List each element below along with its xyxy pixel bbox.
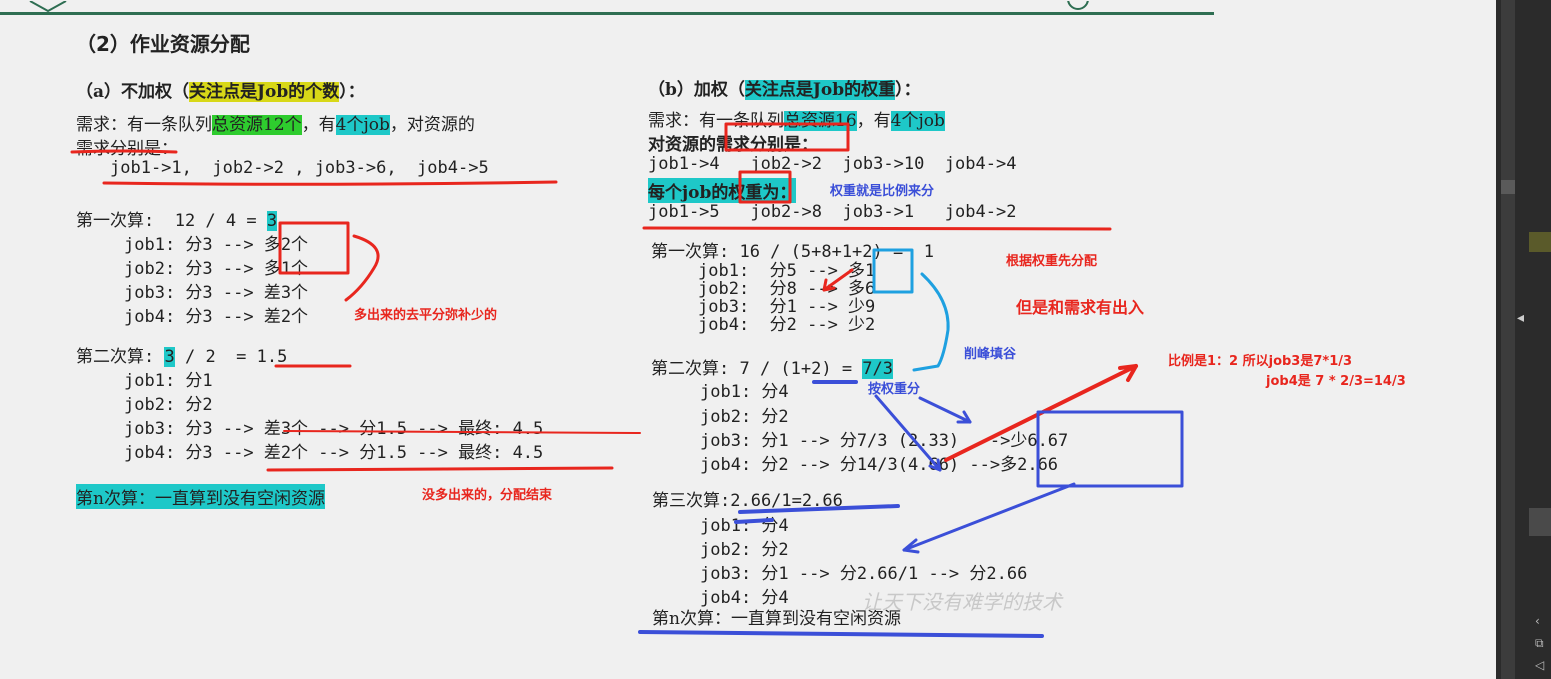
vertical-scrollbar[interactable] — [1501, 0, 1515, 679]
result-box — [1036, 410, 1184, 488]
blue-arrow-c — [902, 482, 1076, 552]
minimap-marker — [1529, 232, 1551, 252]
peak-shaving-curve — [912, 272, 950, 372]
collapse-arrow-icon[interactable]: ◂ — [1517, 310, 1524, 326]
underline-round-n — [638, 630, 1044, 638]
blue-arrow-a — [918, 396, 972, 424]
scrollbar-thumb[interactable] — [1501, 180, 1515, 194]
underline-weights — [642, 226, 1112, 231]
annotation-layer — [70, 122, 1184, 638]
underline-round3 — [738, 504, 900, 514]
weight-box — [738, 170, 792, 204]
underline-job4 — [266, 466, 614, 472]
surplus-bracket — [344, 234, 380, 302]
surplus-box — [278, 221, 350, 275]
minimap-slider[interactable] — [1529, 508, 1551, 536]
blue-arrow-b — [874, 394, 942, 472]
underline-demand-label — [70, 149, 178, 154]
red-arrow-small — [822, 268, 854, 292]
side-toolbar-icons[interactable]: ‹ ⧉ ◁ — [1535, 610, 1544, 676]
strike-job3 — [283, 430, 641, 434]
demand-box — [724, 122, 850, 152]
underline-round3-job1 — [734, 518, 774, 524]
underline-demands — [102, 180, 558, 186]
surplus-box-blue — [872, 248, 914, 294]
slide-canvas: （2）作业资源分配 （a）不加权（关注点是Job的个数）： 需求：有一条队列总资… — [0, 0, 1496, 679]
